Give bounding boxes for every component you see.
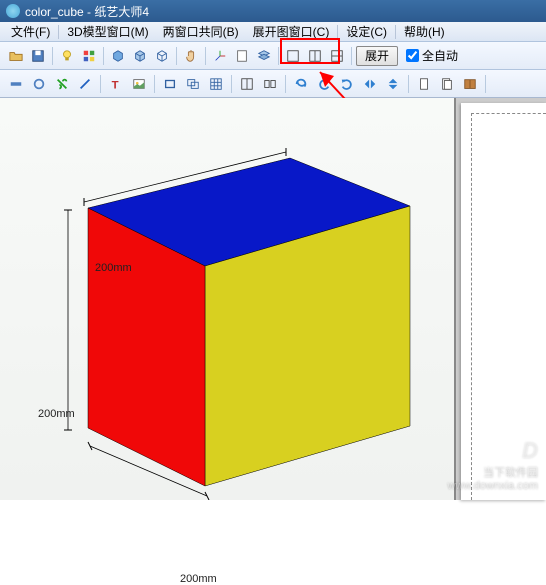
menu-3d-model[interactable]: 3D模型窗口(M) xyxy=(60,21,155,42)
auto-label: 全自动 xyxy=(422,47,458,64)
menu-unfold-window[interactable]: 展开图窗口(C) xyxy=(246,21,337,42)
dim-height-label: 200mm xyxy=(38,408,75,420)
tool-page1[interactable] xyxy=(414,74,434,94)
tool-rotate-r[interactable] xyxy=(337,74,357,94)
lightbulb-button[interactable] xyxy=(57,46,77,66)
tool-page2[interactable] xyxy=(437,74,457,94)
layers-button[interactable] xyxy=(254,46,274,66)
axis-button[interactable] xyxy=(210,46,230,66)
cube-flat-button[interactable] xyxy=(130,46,150,66)
toolbar-main: 展开 全自动 xyxy=(0,42,546,70)
tool-a2[interactable] xyxy=(29,74,49,94)
tool-image[interactable] xyxy=(129,74,149,94)
split-horiz-button[interactable] xyxy=(327,46,347,66)
tool-flip-h[interactable] xyxy=(360,74,380,94)
menu-file[interactable]: 文件(F) xyxy=(4,21,57,42)
tool-align2[interactable] xyxy=(260,74,280,94)
color-button[interactable] xyxy=(79,46,99,66)
expand-button[interactable]: 展开 xyxy=(356,46,398,66)
dim-depth-label: 200mm xyxy=(95,262,132,274)
tool-cut[interactable] xyxy=(52,74,72,94)
tool-book[interactable] xyxy=(460,74,480,94)
window-title: color_cube - 纸艺大师4 xyxy=(25,3,149,20)
page-button[interactable] xyxy=(232,46,252,66)
auto-checkbox-wrap[interactable]: 全自动 xyxy=(406,47,458,64)
cube-wire-button[interactable] xyxy=(152,46,172,66)
menu-bar: 文件(F) 3D模型窗口(M) 两窗口共同(B) 展开图窗口(C) 设定(C) … xyxy=(0,22,546,42)
toolbar-secondary: T xyxy=(0,70,546,98)
hand-tool-button[interactable] xyxy=(181,46,201,66)
tool-flip-v[interactable] xyxy=(383,74,403,94)
split-single-button[interactable] xyxy=(283,46,303,66)
tool-align1[interactable] xyxy=(237,74,257,94)
viewport-3d[interactable]: 200mm 200mm 200mm xyxy=(0,98,456,500)
tool-rect[interactable] xyxy=(160,74,180,94)
menu-help[interactable]: 帮助(H) xyxy=(397,21,452,42)
auto-checkbox[interactable] xyxy=(406,49,419,62)
dim-width-label: 200mm xyxy=(180,573,217,585)
menu-settings[interactable]: 设定(C) xyxy=(339,21,394,42)
cube-solid-button[interactable] xyxy=(108,46,128,66)
paper-sheet xyxy=(461,103,546,500)
open-button[interactable] xyxy=(6,46,26,66)
paper-margin xyxy=(471,113,546,500)
menu-both-windows[interactable]: 两窗口共同(B) xyxy=(156,21,246,42)
split-vert-button[interactable] xyxy=(305,46,325,66)
title-bar: color_cube - 纸艺大师4 xyxy=(0,0,546,22)
cube-model[interactable] xyxy=(0,98,456,500)
content-area: 200mm 200mm 200mm xyxy=(0,98,546,500)
tool-text[interactable]: T xyxy=(106,74,126,94)
tool-line[interactable] xyxy=(75,74,95,94)
svg-text:T: T xyxy=(112,79,119,91)
tool-a1[interactable] xyxy=(6,74,26,94)
app-icon xyxy=(6,4,20,18)
tool-rotate-l[interactable] xyxy=(314,74,334,94)
unfold-panel[interactable] xyxy=(456,98,546,500)
tool-rect2[interactable] xyxy=(183,74,203,94)
tool-refresh[interactable] xyxy=(291,74,311,94)
save-button[interactable] xyxy=(28,46,48,66)
tool-grid[interactable] xyxy=(206,74,226,94)
